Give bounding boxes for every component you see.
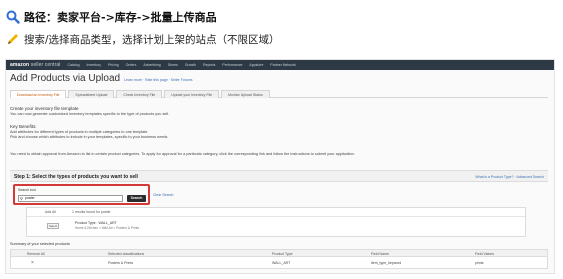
pencil-icon [8,34,18,44]
selected-products-table: Remove All Selected classifications Prod… [10,249,548,269]
search-icon [6,10,20,24]
search-button[interactable]: Search [127,195,146,202]
nav-partner-network[interactable]: Partner Network [270,63,295,67]
product-type-search-input[interactable]: ⚲ poster [18,195,123,202]
amazon-logo[interactable]: amazon seller central [10,62,60,68]
caption-instruction-text: 搜索/选择商品类型，选择计划上架的站点（不限区域） [24,33,280,46]
step-1-header: Step 1: Select the types of products you… [10,170,548,182]
nav-inventory[interactable]: Inventory [87,63,101,67]
table-header: Remove All Selected classifications Prod… [10,249,548,257]
page-title: Add Products via Upload [10,73,121,84]
remove-all-link[interactable]: Remove All [27,252,45,256]
caption-path-text: 路径：卖家平台->库存->批量上传商品 [24,11,217,24]
intro-title: Create your inventory file template [10,106,79,111]
tab-download-inventory-file[interactable]: Download an Inventory File [10,90,67,98]
select-product-type-button[interactable]: Select [47,223,59,229]
benefits-title: Key Benefits: [10,124,37,129]
table-row: × Posters & Prints WALL_ART item_type_ke… [10,257,548,269]
nav-growth[interactable]: Growth [185,63,196,67]
nav-performance[interactable]: Performance [222,63,242,67]
page-help-links[interactable]: Learn more · Rate this page · Seller For… [124,78,192,82]
benefit-item: Pick and choose which attributes to incl… [10,135,168,139]
table-cell: WALL_ART [272,261,291,265]
results-count: 1 results found for poster [72,210,111,214]
nav-catalog[interactable]: Catalog [67,63,79,67]
result-product-type: Product Type : WALL_ART [75,221,117,225]
column-header: Field Name [371,252,389,256]
nav-advertising[interactable]: Advertising [143,63,160,67]
caption-path: 路径：卖家平台->库存->批量上传商品 [6,8,217,26]
table-cell: prints [475,261,484,265]
nav-orders[interactable]: Orders [126,63,137,67]
result-category-path: Home & Kitchen > Wall Art > Posters & Pr… [75,226,140,230]
add-all-link[interactable]: Add All [45,210,56,214]
selected-products-summary-title: Summary of your selected products [10,242,70,246]
top-navigation-bar: amazon seller central Catalog Inventory … [6,60,554,70]
benefit-item: Add attributes for different types of pr… [10,130,148,134]
step-1-title: Step 1: Select the types of products you… [14,174,138,180]
search-results-panel: Add All 1 results found for poster Selec… [26,207,526,237]
nav-appstore[interactable]: Appstore [249,63,263,67]
tab-upload-inventory-file[interactable]: Upload your Inventory File [164,90,220,98]
tab-monitor-upload-status[interactable]: Monitor Upload Status [221,90,270,98]
upload-tabs: Download an Inventory File Spreadsheet U… [10,90,548,98]
results-header: Add All 1 results found for poster [27,208,525,217]
page-header: Add Products via Upload Learn more · Rat… [10,73,193,84]
tab-check-inventory-file[interactable]: Check Inventory File [116,90,163,98]
nav-pricing[interactable]: Pricing [108,63,119,67]
column-header: Selected classifications [108,252,145,256]
table-cell: item_type_keyword [371,261,402,265]
search-icon: ⚲ [20,196,23,201]
product-type-help-link[interactable]: What is a Product Type? · Advanced Searc… [475,175,544,179]
clear-search-link[interactable]: Clear Search [153,193,173,197]
table-cell: Posters & Prints [108,261,134,265]
tab-spreadsheet-upload[interactable]: Spreadsheet Upload [68,90,115,98]
caption-instruction: 搜索/选择商品类型，选择计划上架的站点（不限区域） [6,31,280,47]
search-tool-highlight: Search tool ⚲ poster Search [13,184,150,205]
search-tool-label: Search tool [18,188,36,192]
column-header: Product Type [272,252,293,256]
intro-text: You can now generate customized inventor… [10,112,170,116]
nav-reports[interactable]: Reports [203,63,215,67]
column-header: Field Values [475,252,495,256]
approval-note: You need to obtain approval from Amazon … [10,152,355,156]
nav-stores[interactable]: Stores [168,63,178,67]
remove-row-icon[interactable]: × [31,260,34,266]
seller-central-screenshot: amazon seller central Catalog Inventory … [5,59,555,274]
